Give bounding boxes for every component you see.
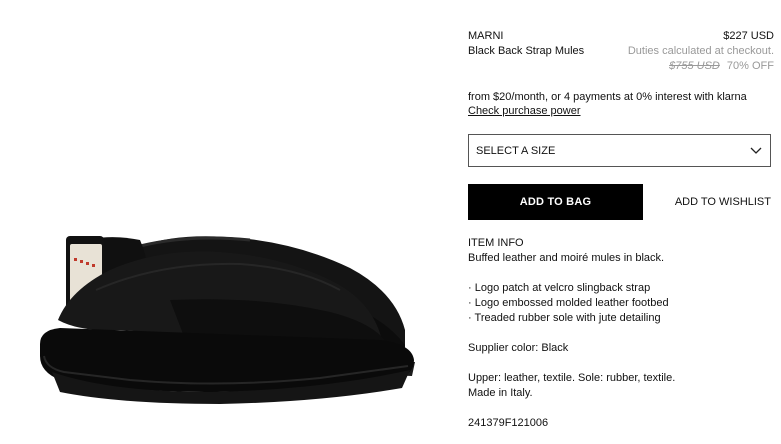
original-price: $755 USD: [669, 60, 720, 72]
shoe-illustration: [40, 236, 415, 404]
origin: Made in Italy.: [468, 387, 533, 399]
add-to-bag-button[interactable]: ADD TO BAG: [468, 184, 643, 220]
feature-bullet: · Logo patch at velcro slingback strap: [468, 282, 651, 294]
discount-badge: 70% OFF: [726, 60, 774, 72]
duties-note: Duties calculated at checkout.: [627, 45, 774, 57]
discount-line: $755 USD 70% OFF: [669, 60, 774, 72]
product-image[interactable]: [0, 0, 440, 444]
item-description: Buffed leather and moiré mules in black.: [468, 252, 665, 264]
size-select[interactable]: SELECT A SIZE: [468, 134, 771, 167]
add-to-wishlist-button[interactable]: ADD TO WISHLIST: [653, 184, 771, 220]
size-select-label: SELECT A SIZE: [476, 144, 556, 157]
supplier-color: Supplier color: Black: [468, 342, 569, 354]
product-price: $227 USD: [723, 30, 774, 42]
materials: Upper: leather, textile. Sole: rubber, t…: [468, 372, 676, 384]
product-sku: 241379F121006: [468, 417, 549, 429]
chevron-down-icon: [750, 145, 762, 157]
feature-bullet: · Logo embossed molded leather footbed: [468, 297, 669, 309]
product-name: Black Back Strap Mules: [468, 45, 585, 57]
item-info-heading: ITEM INFO: [468, 237, 524, 249]
klarna-message: from $20/month, or 4 payments at 0% inte…: [468, 91, 747, 103]
brand-name[interactable]: MARNI: [468, 30, 503, 42]
feature-bullet: · Treaded rubber sole with jute detailin…: [468, 312, 661, 324]
check-purchase-power-link[interactable]: Check purchase power: [468, 105, 581, 117]
item-info-section: ITEM INFO Buffed leather and moiré mules…: [468, 236, 675, 431]
